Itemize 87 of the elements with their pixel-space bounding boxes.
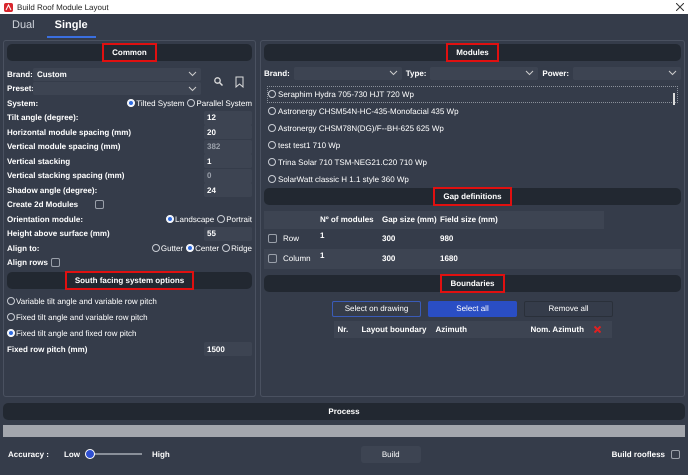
checkbox-label: Build roofless <box>612 450 665 458</box>
slider-min-label: Low <box>64 450 80 458</box>
field-label: Vertical stacking <box>7 156 72 166</box>
section-title: South facing system options <box>64 271 194 290</box>
tab[interactable]: Dual <box>4 14 43 38</box>
accuracy-label: Accuracy : <box>8 450 50 458</box>
field-label: Tilt angle (degree): <box>7 113 80 122</box>
field-label: Horizontal module spacing (mm) <box>7 128 132 137</box>
input-field[interactable]: 20 <box>204 125 252 140</box>
brand-dropdown[interactable]: Custom <box>33 68 201 81</box>
slider-thumb[interactable] <box>85 449 95 459</box>
chevron-icon <box>388 70 398 76</box>
app-logo-icon <box>4 2 13 12</box>
filter-label: Type: <box>406 68 426 78</box>
radio-option[interactable]: Tilted System <box>127 98 184 108</box>
checkbox[interactable] <box>95 200 104 210</box>
bookmark-icon[interactable] <box>235 76 244 88</box>
close-icon[interactable] <box>676 3 684 11</box>
field-label: Fixed row pitch (mm) <box>7 344 88 354</box>
header-cell-text: Nº of modules <box>319 215 375 224</box>
radio-option[interactable]: Variable tilt angle and variable row pitch <box>7 296 157 306</box>
section-title: Common <box>102 43 157 62</box>
row-label: Row <box>283 234 300 243</box>
table-cell: 300 <box>382 234 396 243</box>
section-title: Modules <box>446 43 499 62</box>
module-option[interactable]: Astronergy CHSM54N-HC-435-Monofacial 435 Wp <box>267 102 678 120</box>
field-label: Shadow angle (degree): <box>7 186 98 195</box>
input-field[interactable]: 1500 <box>204 342 252 356</box>
radio-option[interactable]: Parallel System <box>187 98 252 108</box>
field-label: Preset: <box>7 84 33 94</box>
table-cell: 1 <box>320 250 324 260</box>
scrollbar[interactable] <box>673 92 675 104</box>
module-option[interactable]: Astronergy CHSM78N(DG)/F--BH-625 625 Wp <box>267 120 678 136</box>
checkbox[interactable] <box>50 258 60 268</box>
checkbox[interactable] <box>268 254 277 263</box>
field-label: Align rows <box>7 258 48 268</box>
field-label: Vertical module spacing (mm) <box>7 142 122 152</box>
filter-label: Power: <box>542 68 570 78</box>
header-cell-text: Layout boundary <box>360 324 428 334</box>
table-cell: 1 <box>320 230 324 240</box>
input-field[interactable]: 24 <box>204 183 252 198</box>
field-label: System: <box>7 98 40 108</box>
section-title: Boundaries <box>440 274 504 292</box>
filter-label: Brand: <box>264 68 290 78</box>
action-button[interactable]: Select all <box>428 300 517 316</box>
module-option[interactable]: Seraphim Hydra 705-730 HJT 720 Wp <box>267 86 678 102</box>
field-label: Height above surface (mm) <box>7 229 111 238</box>
section-title: Gap definitions <box>433 186 512 206</box>
build-button[interactable]: Build <box>360 446 421 462</box>
search-icon[interactable] <box>214 77 223 86</box>
field-label: Brand: <box>7 70 33 79</box>
window-title: Build Roof Module Layout <box>17 2 109 12</box>
input-field[interactable]: 55 <box>204 226 252 241</box>
module-option[interactable]: Trina Solar 710 TSM-NEG21.C20 710 Wp <box>267 154 678 170</box>
header-cell-text: Azimuth <box>434 324 468 334</box>
radio-option[interactable]: Ridge <box>222 244 252 253</box>
slider-max-label: High <box>152 450 170 458</box>
table-cell: 980 <box>440 234 454 243</box>
header-cell-text: Nr. <box>336 324 350 334</box>
input-field[interactable]: 12 <box>204 110 252 125</box>
checkbox[interactable] <box>671 450 680 458</box>
radio-option[interactable]: Gutter <box>152 244 184 253</box>
table-cell: 1680 <box>440 254 458 263</box>
module-option[interactable]: test test1 710 Wp <box>267 136 678 154</box>
radio-option[interactable]: Center <box>186 244 220 253</box>
input-field[interactable]: 1 <box>204 154 252 168</box>
row-label: Column <box>283 254 311 263</box>
field-label: Vertical stacking spacing (mm) <box>7 171 126 180</box>
radio-option[interactable]: Fixed tilt angle and fixed row pitch <box>7 328 137 338</box>
tab[interactable]: Single <box>46 14 96 38</box>
checkbox[interactable] <box>268 234 277 243</box>
section-title: Process <box>327 406 361 418</box>
header-cell-text: Nom. Azimuth <box>530 324 585 334</box>
radio-option[interactable]: Landscape <box>166 214 214 224</box>
action-button[interactable]: Remove all <box>524 300 613 316</box>
radio-option[interactable]: Fixed tilt angle and variable row pitch <box>7 312 148 322</box>
chevron-icon <box>525 70 534 76</box>
table-cell: 300 <box>382 254 396 263</box>
header-cell-text: Gap size (mm) <box>381 215 436 224</box>
action-button[interactable]: Select on drawing <box>332 300 421 316</box>
field-label: Create 2d Modules <box>7 200 80 210</box>
field-label: Orientation module: <box>7 214 84 224</box>
radio-option[interactable]: Portrait <box>217 214 252 224</box>
header-cell-text: Field size (mm) <box>439 215 499 224</box>
module-option[interactable]: SolarWatt classic H 1.1 style 360 Wp <box>267 170 678 188</box>
chevron-icon <box>668 70 678 76</box>
field-label: Align to: <box>7 244 40 253</box>
